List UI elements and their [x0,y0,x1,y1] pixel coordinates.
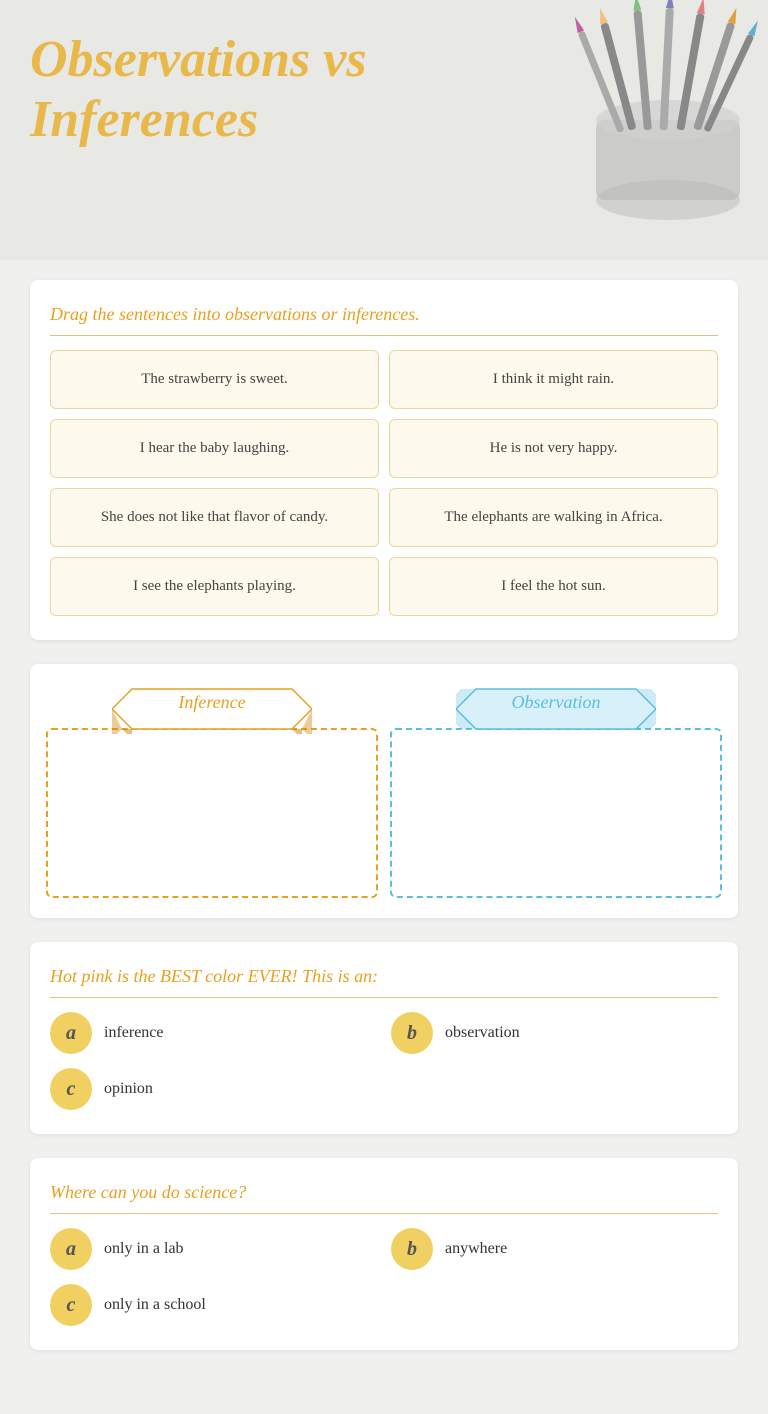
main-content: Drag the sentences into observations or … [0,260,768,1414]
sentence-card-2[interactable]: I hear the baby laughing. [50,419,379,478]
question2-title: Where can you do science? [50,1182,718,1214]
observation-drop-zone[interactable] [390,728,722,898]
page-title: Observations vs Inferences [30,30,510,150]
q1-badge-b: b [391,1012,433,1054]
q1-text-b: observation [445,1024,520,1042]
question1-section: Hot pink is the BEST color EVER! This is… [30,942,738,1134]
q2-text-b: anywhere [445,1240,507,1258]
drop-zone-card: Inference Observation [30,664,738,918]
question2-section: Where can you do science? a only in a la… [30,1158,738,1350]
drag-instruction: Drag the sentences into observations or … [50,304,718,336]
question1-title: Hot pink is the BEST color EVER! This is… [50,966,718,998]
question1-options: a inference b observation c opinion [50,1012,718,1110]
q1-option-a[interactable]: a inference [50,1012,377,1054]
q2-badge-b: b [391,1228,433,1270]
inference-drop-zone[interactable] [46,728,378,898]
inference-zone-wrapper: Inference [46,684,378,898]
sentence-card-3[interactable]: He is not very happy. [389,419,718,478]
q2-option-b[interactable]: b anywhere [391,1228,718,1270]
sentence-card-7[interactable]: I feel the hot sun. [389,557,718,616]
sentences-grid: The strawberry is sweet. I think it migh… [50,350,718,616]
drop-zones-container: Inference Observation [46,684,722,898]
q1-text-a: inference [104,1024,164,1042]
q2-option-a[interactable]: a only in a lab [50,1228,377,1270]
sentence-card-1[interactable]: I think it might rain. [389,350,718,409]
pencil-cup-illustration [558,0,768,260]
q2-option-c[interactable]: c only in a school [50,1284,377,1326]
drag-section-card: Drag the sentences into observations or … [30,280,738,640]
q1-badge-c: c [50,1068,92,1110]
sentence-card-0[interactable]: The strawberry is sweet. [50,350,379,409]
q2-text-c: only in a school [104,1296,206,1314]
q2-badge-a: a [50,1228,92,1270]
observation-label: Observation [456,692,656,713]
q2-badge-c: c [50,1284,92,1326]
sentence-card-6[interactable]: I see the elephants playing. [50,557,379,616]
q2-text-a: only in a lab [104,1240,184,1258]
observation-zone-wrapper: Observation [390,684,722,898]
sentence-card-4[interactable]: She does not like that flavor of candy. [50,488,379,547]
q1-text-c: opinion [104,1080,153,1098]
q1-badge-a: a [50,1012,92,1054]
q1-option-c[interactable]: c opinion [50,1068,377,1110]
q1-option-b[interactable]: b observation [391,1012,718,1054]
question2-options: a only in a lab b anywhere c only in a s… [50,1228,718,1326]
sentence-card-5[interactable]: The elephants are walking in Africa. [389,488,718,547]
header: Observations vs Inferences [0,0,768,260]
inference-label: Inference [112,692,312,713]
